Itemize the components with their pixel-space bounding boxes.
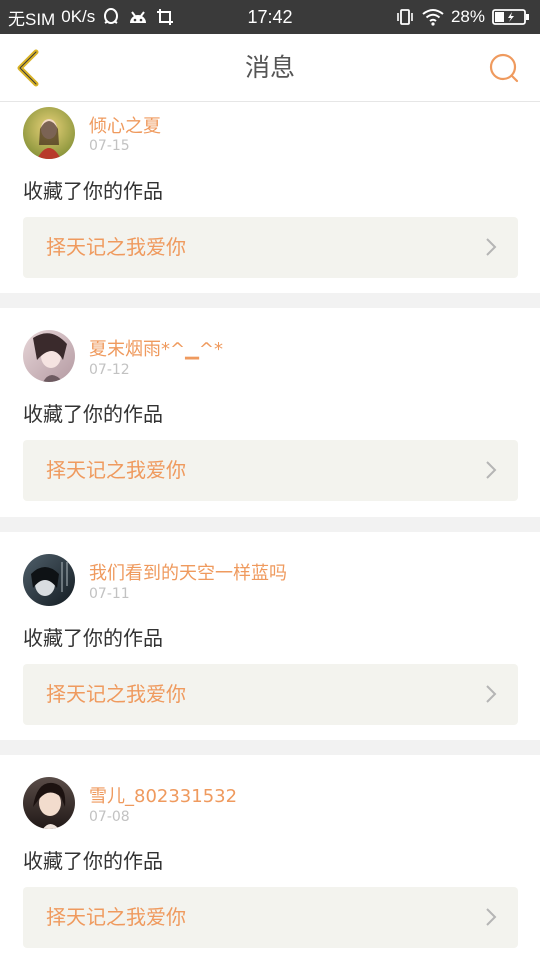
message-date: 07-08 — [89, 809, 130, 825]
app-header: 消息 — [0, 34, 540, 102]
avatar[interactable] — [23, 107, 75, 159]
back-button[interactable] — [10, 48, 50, 88]
work-link[interactable]: 择天记之我爱你 — [23, 217, 518, 278]
card-divider — [0, 517, 540, 532]
message-card: 夏末烟雨*^▁^* 07-12 收藏了你的作品 择天记之我爱你 — [0, 308, 540, 517]
username[interactable]: 雪儿_802331532 — [89, 782, 237, 808]
work-title: 择天记之我爱你 — [46, 905, 186, 929]
search-button[interactable] — [488, 52, 520, 84]
message-date: 07-12 — [89, 362, 130, 378]
status-right: 28% — [395, 0, 530, 34]
avatar[interactable] — [23, 554, 75, 606]
message-card: 倾心之夏 07-15 收藏了你的作品 择天记之我爱你 — [0, 102, 540, 293]
work-title: 择天记之我爱你 — [46, 682, 186, 706]
message-date: 07-15 — [89, 138, 130, 154]
battery-percent: 28% — [450, 7, 485, 26]
username[interactable]: 倾心之夏 — [89, 112, 161, 138]
wifi-icon — [422, 8, 444, 26]
username[interactable]: 夏末烟雨*^▁^* — [89, 335, 223, 361]
message-card: 我们看到的天空一样蓝吗 07-11 收藏了你的作品 择天记之我爱你 — [0, 532, 540, 740]
chevron-right-icon — [486, 908, 497, 926]
action-text: 收藏了你的作品 — [23, 402, 163, 426]
action-text: 收藏了你的作品 — [23, 179, 163, 203]
action-text: 收藏了你的作品 — [23, 849, 163, 873]
work-link[interactable]: 择天记之我爱你 — [23, 664, 518, 725]
work-link[interactable]: 择天记之我爱你 — [23, 440, 518, 501]
vibrate-icon — [395, 7, 415, 27]
chevron-right-icon — [486, 461, 497, 479]
chevron-right-icon — [486, 685, 497, 703]
action-text: 收藏了你的作品 — [23, 626, 163, 650]
message-card: 雪儿_802331532 07-08 收藏了你的作品 择天记之我爱你 — [0, 755, 540, 960]
status-bar: 无SIM 0K/s 17:42 28% — [0, 0, 540, 34]
page-title: 消息 — [244, 53, 295, 82]
card-divider — [0, 293, 540, 308]
username[interactable]: 我们看到的天空一样蓝吗 — [89, 559, 287, 585]
battery-icon — [492, 8, 530, 26]
message-date: 07-11 — [89, 586, 130, 602]
avatar[interactable] — [23, 777, 75, 829]
avatar[interactable] — [23, 330, 75, 382]
work-title: 择天记之我爱你 — [46, 458, 186, 482]
work-link[interactable]: 择天记之我爱你 — [23, 887, 518, 948]
chevron-right-icon — [486, 238, 497, 256]
card-divider — [0, 740, 540, 755]
chevron-left-icon — [17, 49, 39, 87]
work-title: 择天记之我爱你 — [46, 235, 186, 259]
search-icon — [489, 53, 519, 83]
